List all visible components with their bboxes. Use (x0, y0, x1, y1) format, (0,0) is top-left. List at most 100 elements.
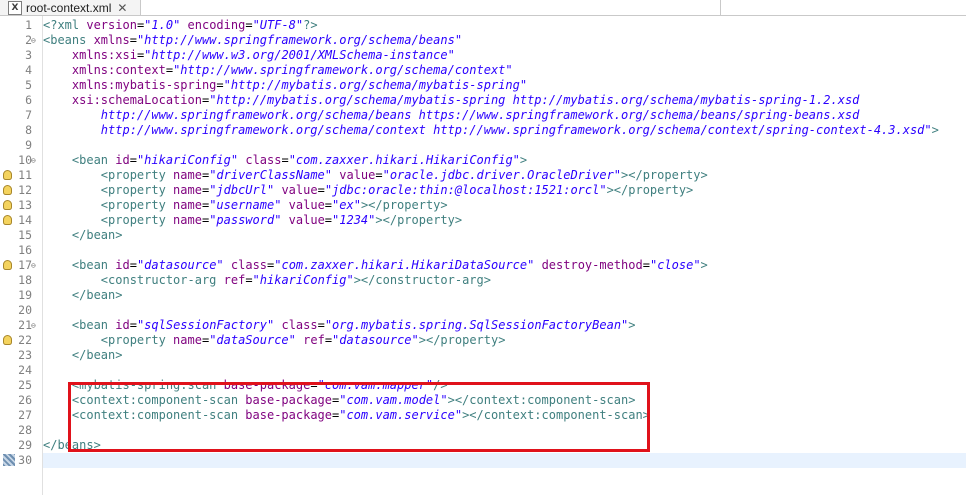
line-number: 27 (18, 408, 32, 422)
code-token-attr: class (281, 318, 318, 332)
code-line[interactable]: </bean> (43, 288, 123, 303)
line-number: 17 (18, 258, 32, 272)
code-line[interactable]: <beans xmlns="http://www.springframework… (43, 33, 462, 48)
code-token-tag: </bean> (71, 228, 123, 242)
line-number: 24 (18, 363, 32, 377)
code-token-str: http://www.springframework.org/schema/be… (100, 108, 860, 122)
code-token-tag: > (519, 153, 528, 167)
code-token-plain: = (245, 18, 253, 32)
line-number: 8 (25, 123, 32, 137)
line-number: 9 (25, 138, 32, 152)
spelling-warning-icon[interactable] (3, 215, 12, 225)
code-line[interactable]: xmlns:mybatis-spring="http://mybatis.org… (43, 78, 527, 93)
fold-toggle-icon[interactable]: ⊖ (31, 153, 36, 168)
xml-editor[interactable]: 1 2 ⊖ 3 4 5 6 7 8 9 10 ⊖ 11 12 13 14 15 16 17 ⊖ 18 19 20 21 ⊖ 22 2… (0, 16, 966, 495)
fold-toggle-icon[interactable]: ⊖ (31, 258, 36, 273)
spelling-warning-icon[interactable] (3, 170, 12, 180)
tab-title: root-context.xml (26, 0, 112, 15)
code-line[interactable]: <bean id="hikariConfig" class="com.zaxxe… (43, 153, 527, 168)
line-number: 5 (25, 78, 32, 92)
code-token-tag: > (931, 123, 939, 137)
code-token-tag: </bean> (71, 348, 123, 362)
code-token-attr: value (339, 168, 376, 182)
code-token-attr: class (230, 258, 268, 272)
fold-toggle-icon[interactable]: ⊖ (31, 33, 36, 48)
code-token-str: "1234" (332, 213, 376, 227)
code-token-str: "sqlSessionFactory" (136, 318, 275, 332)
code-line[interactable]: <constructor-arg ref="hikariConfig"></co… (43, 273, 491, 288)
editor-tab-bar: X root-context.xml ✕ (0, 0, 966, 16)
tab-root-context-xml[interactable]: X root-context.xml ✕ (0, 0, 141, 15)
code-token-str: "UTF-8" (252, 18, 304, 32)
code-token-attr: name (173, 333, 202, 347)
line-number: 3 (25, 48, 32, 62)
code-token-tag: <property (100, 213, 174, 227)
code-line[interactable]: <?xml version="1.0" encoding="UTF-8"?> (43, 18, 318, 33)
code-token-tag: <?xml (43, 18, 87, 32)
code-token-attr: name (173, 183, 202, 197)
code-token-tag: </bean> (71, 288, 123, 302)
code-line[interactable]: xmlns:context="http://www.springframewor… (43, 63, 513, 78)
code-line[interactable]: <property name="jdbcUrl" value="jdbc:ora… (43, 183, 693, 198)
spelling-warning-icon[interactable] (3, 335, 12, 345)
code-token-tag: <property (100, 183, 174, 197)
line-number: 13 (18, 198, 32, 212)
code-token-plain: = (245, 273, 253, 287)
code-token-str: "1.0" (144, 18, 181, 32)
spelling-warning-icon[interactable] (3, 260, 12, 270)
line-number: 28 (18, 423, 32, 437)
code-token-tag: ></property> (621, 168, 708, 182)
code-token-plain: = (165, 63, 174, 77)
spelling-warning-icon[interactable] (3, 200, 12, 210)
code-line[interactable]: xsi:schemaLocation="http://mybatis.org/s… (43, 93, 860, 108)
code-token-tag: <bean (71, 258, 116, 272)
code-token-str: "org.mybatis.spring.SqlSessionFactoryBea… (324, 318, 629, 332)
code-token-attr: value (288, 198, 325, 212)
line-number: 2 (25, 33, 32, 47)
code-token-plain: = (317, 318, 325, 332)
code-token-attr: ref (303, 333, 325, 347)
code-token-plain: = (324, 198, 333, 212)
fold-toggle-icon[interactable]: ⊖ (31, 318, 36, 333)
code-token-tag: <constructor-arg (100, 273, 224, 287)
code-token-str: "driverClassName" (209, 168, 333, 182)
code-line[interactable]: http://www.springframework.org/schema/co… (43, 123, 939, 138)
spelling-warning-icon[interactable] (3, 185, 12, 195)
line-number: 1 (25, 18, 32, 32)
line-number: 23 (18, 348, 32, 362)
code-line[interactable]: <property name="driverClassName" value="… (43, 168, 708, 183)
code-token-str: "username" (209, 198, 282, 212)
code-line[interactable]: <bean id="sqlSessionFactory" class="org.… (43, 318, 636, 333)
code-token-plain: = (216, 78, 224, 92)
line-number-gutter: 1 2 ⊖ 3 4 5 6 7 8 9 10 ⊖ 11 12 13 14 15 16 17 ⊖ 18 19 20 21 ⊖ 22 2… (0, 16, 43, 495)
code-line[interactable]: <property name="username" value="ex"></p… (43, 198, 448, 213)
code-token-tag: ?> (303, 18, 318, 32)
code-line[interactable]: xmlns:xsi="http://www.w3.org/2001/XMLSch… (43, 48, 455, 63)
code-token-attr: xsi:schemaLocation (71, 93, 202, 107)
code-line[interactable]: <bean id="datasource" class="com.zaxxer.… (43, 258, 708, 273)
code-token-str: "http://mybatis.org/schema/mybatis-sprin… (223, 78, 528, 92)
line-number: 29 (18, 438, 32, 452)
code-line[interactable]: </bean> (43, 228, 123, 243)
code-token-str: "jdbcUrl" (209, 183, 275, 197)
code-token-str: "com.zaxxer.hikari.HikariConfig" (288, 153, 520, 167)
close-icon[interactable]: ✕ (117, 1, 127, 15)
code-token-tag: ></constructor-arg> (353, 273, 491, 287)
code-token-attr: name (173, 198, 202, 212)
code-token-tag: <bean (71, 153, 116, 167)
code-line[interactable]: http://www.springframework.org/schema/be… (43, 108, 860, 123)
code-line[interactable]: </bean> (43, 348, 123, 363)
code-token-str: "hikariConfig" (252, 273, 354, 287)
line-number: 26 (18, 393, 32, 407)
code-line[interactable]: <property name="dataSource" ref="datasou… (43, 333, 506, 348)
code-token-tag: ></property> (418, 333, 506, 347)
code-line[interactable]: <property name="password" value="1234"><… (43, 213, 462, 228)
